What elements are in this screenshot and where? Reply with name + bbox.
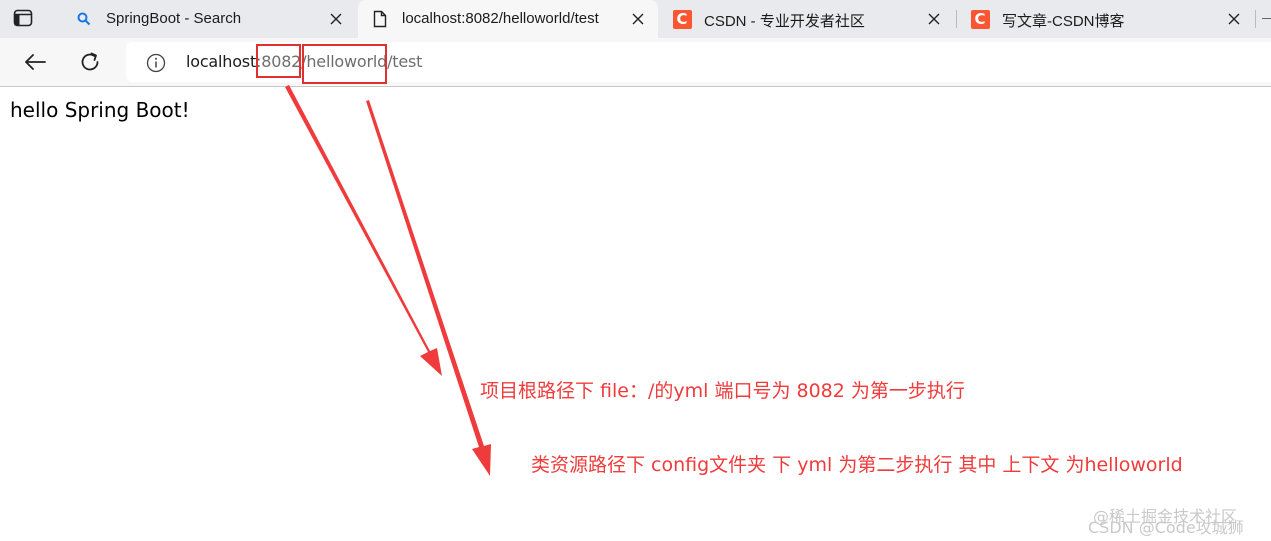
arrow-to-step2 [366, 100, 491, 476]
arrow-to-step1 [285, 85, 442, 376]
watermark-csdn: CSDN @Code攻城狮 [1088, 518, 1244, 537]
annotation-step2: 类资源路径下 config文件夹 下 yml 为第二步执行 其中 上下文 为he… [531, 454, 1183, 476]
annotation-step1: 项目根路径下 file：/的yml 端口号为 8082 为第一步执行 [480, 380, 965, 402]
